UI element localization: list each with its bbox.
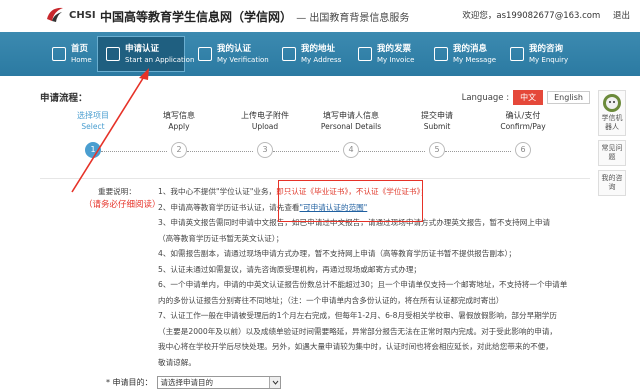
right-sidebar: 学信机器人 常见问题 我的咨询 bbox=[598, 90, 626, 200]
purpose-label: * 申请目的： bbox=[106, 378, 153, 387]
purpose-select[interactable]: 请选择申请目的 bbox=[156, 376, 281, 389]
robot-label: 学信机器人 bbox=[601, 114, 623, 131]
faq-button[interactable]: 常见问题 bbox=[598, 140, 626, 166]
robot-icon bbox=[603, 94, 621, 112]
robot-button[interactable]: 学信机器人 bbox=[598, 90, 626, 136]
consult-button[interactable]: 我的咨询 bbox=[598, 170, 626, 196]
annotation-note: （请务必仔细阅读） bbox=[84, 200, 161, 210]
chevron-down-icon bbox=[268, 377, 280, 388]
purpose-select-value: 请选择申请目的 bbox=[160, 378, 214, 387]
page: CHSI 中国高等教育学生信息网（学信网） — 出国教育背景信息服务 欢迎您，a… bbox=[0, 0, 640, 389]
purpose-row: * 申请目的： 请选择申请目的 bbox=[106, 376, 281, 389]
annotation-box bbox=[278, 180, 423, 222]
